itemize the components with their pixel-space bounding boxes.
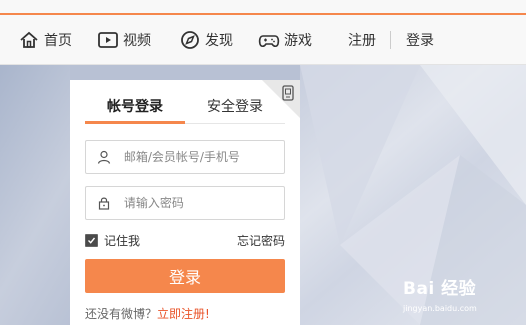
nav-discover[interactable]: 发现 bbox=[179, 26, 233, 54]
nav-divider bbox=[390, 31, 391, 49]
main-nav: 首页 视频 发现 游戏 注册 登录 bbox=[0, 26, 526, 54]
top-navigation-bar: 首页 视频 发现 游戏 注册 登录 bbox=[0, 0, 526, 65]
login-tabs: 帐号登录 安全登录 bbox=[85, 90, 285, 124]
register-prompt: 还没有微博？立即注册! bbox=[85, 305, 210, 322]
nav-home[interactable]: 首页 bbox=[18, 26, 72, 54]
watermark-brand: Bai 经验 bbox=[403, 279, 477, 299]
nav-video[interactable]: 视频 bbox=[97, 26, 151, 54]
no-account-text: 还没有微博？ bbox=[85, 307, 158, 321]
tab-account-login[interactable]: 帐号登录 bbox=[85, 96, 185, 118]
baidu-jingyan-watermark: Bai 经验 jingyan.baidu.com bbox=[395, 268, 526, 325]
nav-register[interactable]: 注册 bbox=[344, 26, 376, 54]
home-icon bbox=[18, 29, 40, 51]
video-icon bbox=[97, 29, 119, 51]
nav-home-label: 首页 bbox=[44, 33, 72, 49]
username-field bbox=[85, 140, 285, 174]
nav-login-label: 登录 bbox=[406, 33, 434, 49]
login-panel: 帐号登录 安全登录 记住我 忘记密码 登录 还没有微博？立即注册! bbox=[70, 80, 300, 325]
username-input[interactable] bbox=[121, 149, 284, 165]
checkmark-icon bbox=[88, 237, 96, 244]
tab-secure-login[interactable]: 安全登录 bbox=[185, 96, 285, 118]
remember-me: 记住我 bbox=[85, 232, 140, 248]
nav-games-label: 游戏 bbox=[284, 33, 312, 49]
background-left bbox=[0, 65, 70, 325]
user-icon bbox=[96, 149, 112, 165]
nav-discover-label: 发现 bbox=[205, 33, 233, 49]
gamepad-icon bbox=[258, 29, 280, 51]
nav-register-label: 注册 bbox=[348, 33, 376, 49]
remember-me-label: 记住我 bbox=[104, 233, 141, 248]
lock-icon bbox=[96, 195, 112, 211]
register-now-link[interactable]: 立即注册! bbox=[157, 307, 210, 321]
nav-login[interactable]: 登录 bbox=[402, 26, 434, 54]
forgot-password-link[interactable]: 忘记密码 bbox=[237, 232, 285, 249]
login-button[interactable]: 登录 bbox=[85, 259, 285, 293]
watermark-url: jingyan.baidu.com bbox=[403, 304, 477, 313]
active-tab-indicator bbox=[85, 121, 185, 124]
compass-icon bbox=[179, 29, 201, 51]
remember-me-checkbox[interactable] bbox=[85, 233, 98, 247]
password-field bbox=[85, 186, 285, 220]
nav-video-label: 视频 bbox=[123, 33, 151, 49]
top-accent-line bbox=[0, 13, 526, 15]
password-input[interactable] bbox=[121, 195, 284, 211]
nav-games[interactable]: 游戏 bbox=[258, 26, 312, 54]
